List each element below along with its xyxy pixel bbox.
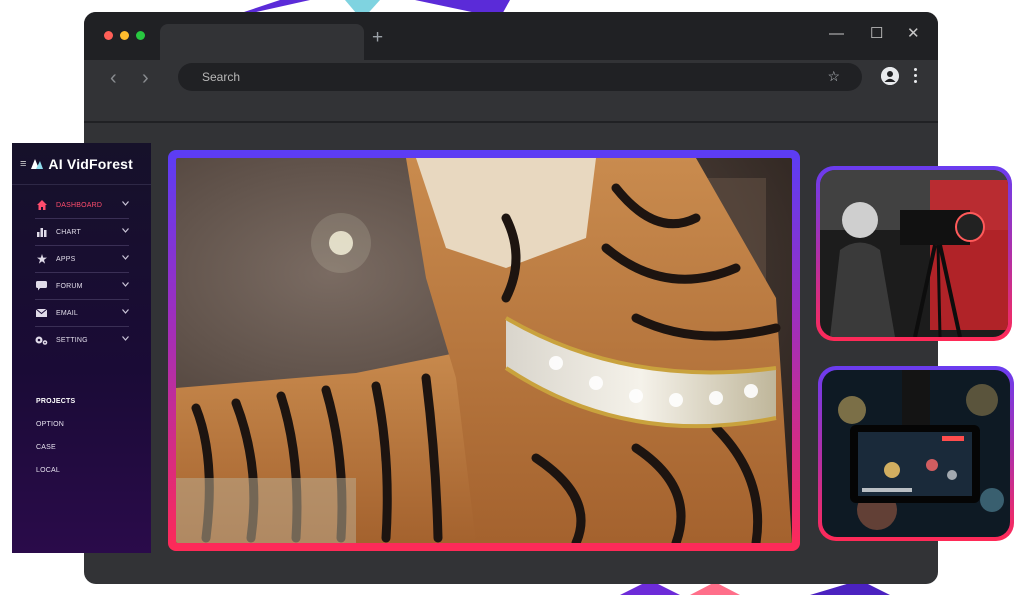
- chevron-down-icon[interactable]: [122, 309, 129, 314]
- brand-divider: [12, 184, 151, 185]
- maximize-icon[interactable]: ☐: [870, 26, 883, 42]
- chat-icon: [35, 280, 48, 292]
- mail-icon: [35, 307, 48, 319]
- star-icon: [35, 253, 48, 265]
- cameraman-filming-image[interactable]: [820, 170, 1008, 337]
- minimize-window-dot[interactable]: [120, 31, 129, 40]
- bar-chart-icon: [35, 226, 48, 238]
- bookmark-star-icon[interactable]: ☆: [827, 68, 840, 84]
- minimize-icon[interactable]: —: [829, 26, 844, 42]
- camera-viewfinder-image[interactable]: [822, 370, 1010, 537]
- sidebar-item-email[interactable]: EMAIL: [35, 300, 129, 327]
- sidebar-item-local[interactable]: LOCAL: [36, 467, 60, 474]
- sidebar-item-label: EMAIL: [56, 309, 79, 317]
- brand[interactable]: ≡ AI VidForest: [20, 156, 133, 172]
- sidebar-item-label: FORUM: [56, 282, 83, 290]
- sidebar-item-case[interactable]: CASE: [36, 444, 56, 451]
- address-bar[interactable]: ☆: [178, 63, 862, 91]
- toolbar-divider: [84, 121, 938, 123]
- close-window-dot[interactable]: [104, 31, 113, 40]
- thumbnail-camera-viewfinder[interactable]: [818, 366, 1014, 541]
- sidebar-item-option[interactable]: OPTION: [36, 421, 64, 428]
- thumbnail-cameraman[interactable]: [816, 166, 1012, 341]
- main-video-frame[interactable]: [168, 150, 800, 551]
- sidebar-item-label: DASHBOARD: [56, 201, 103, 209]
- title-bar: + — ☐ ✕: [84, 12, 938, 60]
- sidebar-item-label: CHART: [56, 228, 81, 236]
- sidebar-item-dashboard[interactable]: DASHBOARD: [35, 192, 129, 219]
- profile-avatar-icon[interactable]: [881, 67, 899, 85]
- more-options-icon[interactable]: [914, 68, 918, 84]
- new-tab-button[interactable]: +: [372, 28, 383, 48]
- browser-tab[interactable]: [160, 24, 364, 60]
- zoom-window-dot[interactable]: [136, 31, 145, 40]
- app-sidebar: ≡ AI VidForest DASHBOARD CHART APPS FORU…: [12, 143, 151, 553]
- gears-icon: [35, 334, 48, 346]
- chevron-down-icon[interactable]: [122, 255, 129, 260]
- sidebar-item-setting[interactable]: SETTING: [35, 327, 129, 353]
- forward-arrow-icon[interactable]: ›: [142, 68, 149, 88]
- chevron-down-icon[interactable]: [122, 282, 129, 287]
- tiger-with-jeweled-collar-image[interactable]: [176, 158, 792, 543]
- chevron-down-icon[interactable]: [122, 228, 129, 233]
- sidebar-item-apps[interactable]: APPS: [35, 246, 129, 273]
- search-input[interactable]: [202, 68, 802, 86]
- projects-heading: PROJECTS: [36, 398, 76, 405]
- sidebar-item-label: SETTING: [56, 336, 88, 344]
- chevron-down-icon[interactable]: [122, 336, 129, 341]
- close-icon[interactable]: ✕: [907, 26, 920, 42]
- sidebar-item-chart[interactable]: CHART: [35, 219, 129, 246]
- sidebar-item-label: APPS: [56, 255, 76, 263]
- forest-logo-icon: [31, 159, 44, 169]
- brand-title: AI VidForest: [48, 156, 134, 172]
- home-icon: [35, 199, 48, 211]
- hamburger-menu-icon[interactable]: ≡: [20, 158, 26, 170]
- traffic-lights: [104, 31, 145, 40]
- sidebar-item-forum[interactable]: FORUM: [35, 273, 129, 300]
- chevron-down-icon[interactable]: [122, 201, 129, 206]
- back-arrow-icon[interactable]: ‹: [110, 68, 117, 88]
